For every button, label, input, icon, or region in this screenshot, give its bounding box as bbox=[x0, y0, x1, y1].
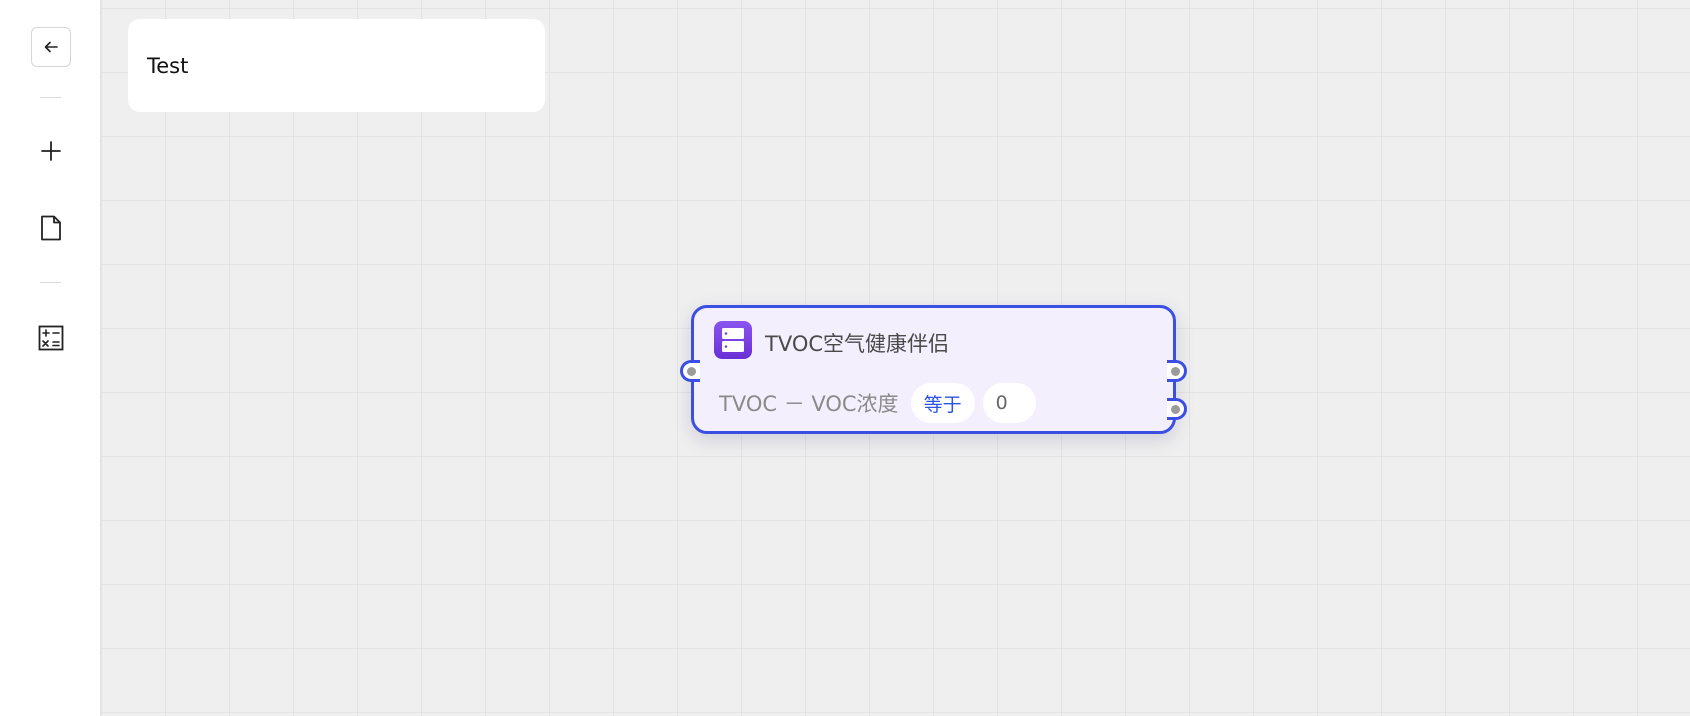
toolbar-divider bbox=[40, 282, 61, 283]
page-title: Test bbox=[147, 53, 189, 78]
output-port-false[interactable] bbox=[1167, 398, 1187, 420]
node-title: TVOC空气健康伴侣 bbox=[765, 332, 950, 356]
device-condition-node[interactable]: TVOC空气健康伴侣 TVOC － VOC浓度 等于 0 bbox=[680, 305, 1187, 434]
value-pill[interactable]: 0 bbox=[982, 383, 1036, 423]
device-server-icon bbox=[714, 321, 752, 359]
plus-icon bbox=[41, 141, 61, 161]
output-port-true[interactable] bbox=[1167, 360, 1187, 382]
calculator-icon bbox=[38, 325, 64, 351]
title-card[interactable]: Test bbox=[128, 19, 545, 112]
flow-canvas[interactable]: Test TVOC空气健康伴侣 TVOC － VOC浓度 等于 0 bbox=[101, 0, 1690, 716]
calculator-button[interactable] bbox=[31, 318, 71, 358]
left-toolbar bbox=[0, 0, 101, 716]
back-button[interactable] bbox=[31, 27, 71, 67]
add-button[interactable] bbox=[31, 131, 71, 171]
arrow-left-icon bbox=[44, 41, 58, 53]
condition-row: TVOC － VOC浓度 等于 0 bbox=[719, 383, 1036, 423]
input-port[interactable] bbox=[680, 360, 700, 382]
toolbar-divider bbox=[40, 97, 61, 98]
operator-pill[interactable]: 等于 bbox=[910, 383, 975, 423]
document-button[interactable] bbox=[31, 208, 71, 248]
condition-label: TVOC － VOC浓度 bbox=[719, 392, 899, 416]
document-icon bbox=[41, 215, 61, 241]
